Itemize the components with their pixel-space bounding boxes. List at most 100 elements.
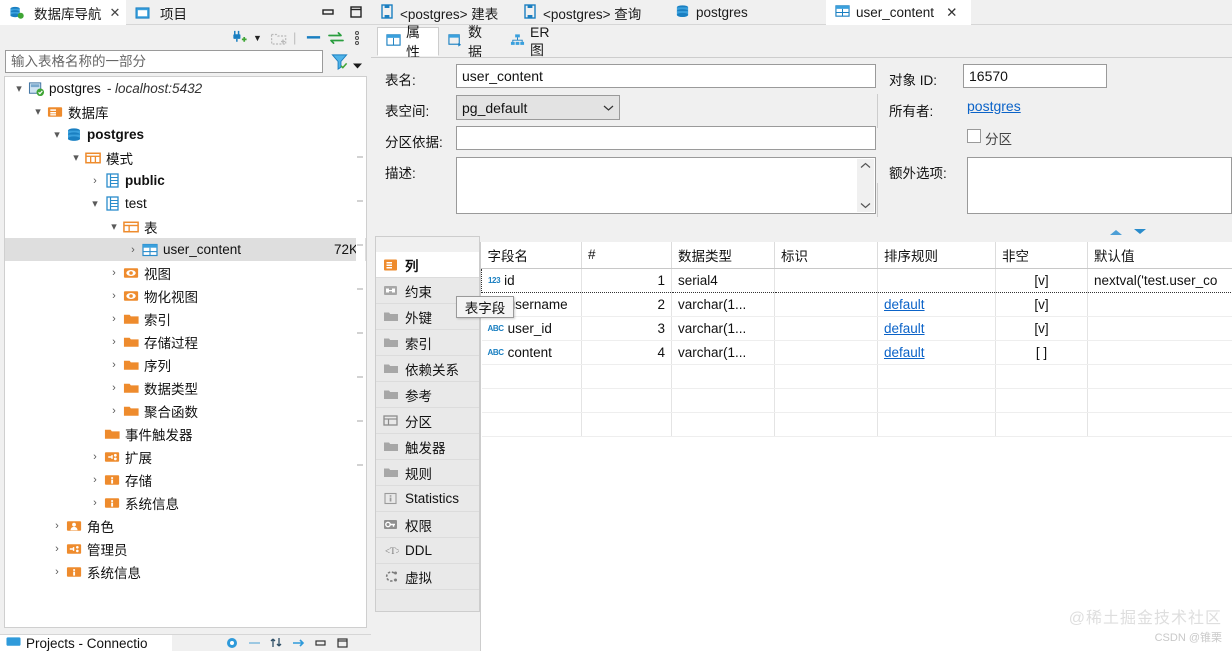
search-input[interactable] bbox=[5, 50, 323, 73]
table-row[interactable]: 123 id 1 serial4 [v] nextval('test.user_co bbox=[481, 267, 1232, 293]
partitioned-checkbox[interactable] bbox=[967, 129, 981, 143]
column-header-5[interactable]: 非空 bbox=[995, 242, 1088, 269]
vertical-tab-参考[interactable]: 参考 bbox=[376, 382, 479, 408]
cell-ordinal[interactable]: 2 bbox=[581, 292, 672, 317]
vertical-tab-ddl[interactable]: <T> DDL bbox=[376, 538, 479, 564]
table-row[interactable]: ABC user_id 3 varchar(1... default [v] bbox=[481, 316, 1232, 341]
chevron-right-icon[interactable]: › bbox=[87, 472, 103, 488]
table-row[interactable]: ABCusername2varchar(1...default[v] bbox=[481, 292, 1232, 317]
cell-data-type[interactable]: varchar(1... bbox=[671, 292, 775, 317]
tree-item-系统信息[interactable]: › 系统信息 bbox=[5, 560, 366, 583]
table-row[interactable]: ABC content 4 varchar(1... default[ ] bbox=[481, 340, 1232, 365]
minimize-icon[interactable] bbox=[320, 4, 336, 20]
close-icon[interactable]: ✕ bbox=[110, 5, 121, 21]
tree-item-物化视图[interactable]: › 物化视图 bbox=[5, 284, 366, 307]
cell-data-type[interactable]: varchar(1... bbox=[671, 340, 775, 365]
move-down-icon[interactable] bbox=[1132, 226, 1148, 241]
tree-item-test[interactable]: ▾ test bbox=[5, 192, 366, 215]
owner-link[interactable]: postgres bbox=[967, 98, 1021, 114]
collation-link[interactable]: default bbox=[884, 321, 925, 336]
chevron-down-icon[interactable]: ▾ bbox=[49, 127, 65, 143]
vertical-tab-statistics[interactable]: Statistics bbox=[376, 486, 479, 512]
arrow-right-icon[interactable] bbox=[292, 637, 305, 651]
cell-default[interactable] bbox=[1087, 340, 1232, 365]
collation-link[interactable]: default bbox=[884, 345, 925, 360]
chevron-right-icon[interactable]: › bbox=[106, 288, 122, 304]
description-scrollbar[interactable] bbox=[857, 159, 874, 212]
database-tree[interactable]: ▾ postgres - localhost:5432 ▾ 数据库 ▾ postgres ▾ 模… bbox=[4, 76, 367, 628]
column-header-3[interactable]: 标识 bbox=[774, 242, 878, 269]
cell-column-name[interactable]: ABC content bbox=[481, 340, 582, 365]
cell-not-null[interactable]: [ ] bbox=[995, 340, 1088, 365]
cell-default[interactable]: nextval('test.user_co bbox=[1087, 267, 1232, 293]
tab-properties[interactable]: 属性 bbox=[377, 24, 439, 60]
maximize-icon[interactable] bbox=[336, 637, 349, 651]
tree-item-角色[interactable]: › 角色 bbox=[5, 514, 366, 537]
minimize-icon[interactable] bbox=[314, 637, 327, 651]
tab-query-sql[interactable]: <postgres> 查询 bbox=[514, 0, 666, 25]
cell-column-name[interactable]: 123 id bbox=[481, 267, 582, 293]
cell-ordinal[interactable]: 3 bbox=[581, 316, 672, 341]
cell-collation[interactable] bbox=[877, 267, 996, 293]
tab-er-diagram[interactable]: ER 图 bbox=[501, 24, 571, 58]
chevron-right-icon[interactable]: › bbox=[87, 495, 103, 511]
tree-item-存储[interactable]: › 存储 bbox=[5, 468, 366, 491]
view-menu-icon[interactable] bbox=[353, 28, 361, 47]
tree-item-序列[interactable]: › 序列 bbox=[5, 353, 366, 376]
column-header-2[interactable]: 数据类型 bbox=[671, 242, 775, 269]
tree-item-postgres[interactable]: ▾ postgres bbox=[5, 123, 366, 146]
column-header-0[interactable]: 字段名 bbox=[481, 242, 582, 269]
chevron-down-icon[interactable] bbox=[352, 58, 363, 73]
columns-grid[interactable]: 字段名 # 数据类型 标识 排序规则 非空 默认值 123 id 1 serial4 [v] next… bbox=[480, 242, 1232, 651]
collation-link[interactable]: default bbox=[884, 297, 925, 312]
tree-item-系统信息[interactable]: › 系统信息 bbox=[5, 491, 366, 514]
tree-item-扩展[interactable]: › 扩展 bbox=[5, 445, 366, 468]
chevron-right-icon[interactable]: › bbox=[49, 541, 65, 557]
chevron-right-icon[interactable]: › bbox=[106, 403, 122, 419]
tab-database-navigator[interactable]: 数据库导航 ✕ bbox=[0, 0, 126, 25]
column-header-1[interactable]: # bbox=[581, 242, 672, 269]
tree-item-聚合函数[interactable]: › 聚合函数 bbox=[5, 399, 366, 422]
tree-item-存储过程[interactable]: › 存储过程 bbox=[5, 330, 366, 353]
tree-item-事件触发器[interactable]: 事件触发器 bbox=[5, 422, 366, 445]
column-header-6[interactable]: 默认值 bbox=[1087, 242, 1232, 269]
tree-item-索引[interactable]: › 索引 bbox=[5, 307, 366, 330]
tree-scrollbar[interactable] bbox=[356, 78, 365, 626]
cell-identity[interactable] bbox=[774, 292, 878, 317]
cell-not-null[interactable]: [v] bbox=[995, 267, 1088, 293]
tree-item-视图[interactable]: › 视图 bbox=[5, 261, 366, 284]
cell-default[interactable] bbox=[1087, 292, 1232, 317]
extra-options-field[interactable] bbox=[967, 157, 1232, 214]
chevron-right-icon[interactable]: › bbox=[106, 357, 122, 373]
cell-collation[interactable]: default bbox=[877, 340, 996, 365]
sort-icon[interactable] bbox=[270, 636, 283, 651]
vertical-tab-依赖关系[interactable]: 依赖关系 bbox=[376, 356, 479, 382]
chevron-right-icon[interactable]: › bbox=[106, 334, 122, 350]
chevron-right-icon[interactable]: › bbox=[87, 173, 103, 189]
vertical-tab-触发器[interactable]: 触发器 bbox=[376, 434, 479, 460]
chevron-right-icon[interactable]: › bbox=[49, 518, 65, 534]
move-up-icon[interactable] bbox=[1108, 226, 1124, 241]
new-connection-dropdown-icon[interactable]: ▼ bbox=[253, 28, 262, 47]
table-name-field[interactable] bbox=[456, 64, 876, 88]
chevron-down-icon[interactable]: ▾ bbox=[30, 104, 46, 120]
description-field[interactable] bbox=[456, 157, 876, 214]
cell-not-null[interactable]: [v] bbox=[995, 292, 1088, 317]
minus-icon[interactable] bbox=[248, 637, 261, 651]
tablespace-select[interactable]: pg_default bbox=[456, 95, 620, 120]
tab-projects[interactable]: 项目 bbox=[126, 0, 216, 25]
cell-identity[interactable] bbox=[774, 316, 878, 341]
maximize-icon[interactable] bbox=[348, 4, 364, 20]
tab-postgres-database[interactable]: postgres bbox=[666, 0, 784, 25]
tree-item-管理员[interactable]: › 管理员 bbox=[5, 537, 366, 560]
tree-item-模式[interactable]: ▾ 模式 bbox=[5, 146, 366, 169]
filter-funnel-icon[interactable] bbox=[330, 52, 349, 74]
vertical-tab-权限[interactable]: 权限 bbox=[376, 512, 479, 538]
chevron-right-icon[interactable]: › bbox=[49, 564, 65, 580]
cell-collation[interactable]: default bbox=[877, 316, 996, 341]
tree-item-postgres[interactable]: ▾ postgres - localhost:5432 bbox=[5, 77, 366, 100]
cell-collation[interactable]: default bbox=[877, 292, 996, 317]
link-with-editor-icon[interactable] bbox=[327, 28, 345, 47]
cell-ordinal[interactable]: 1 bbox=[581, 267, 672, 293]
cell-identity[interactable] bbox=[774, 267, 878, 293]
